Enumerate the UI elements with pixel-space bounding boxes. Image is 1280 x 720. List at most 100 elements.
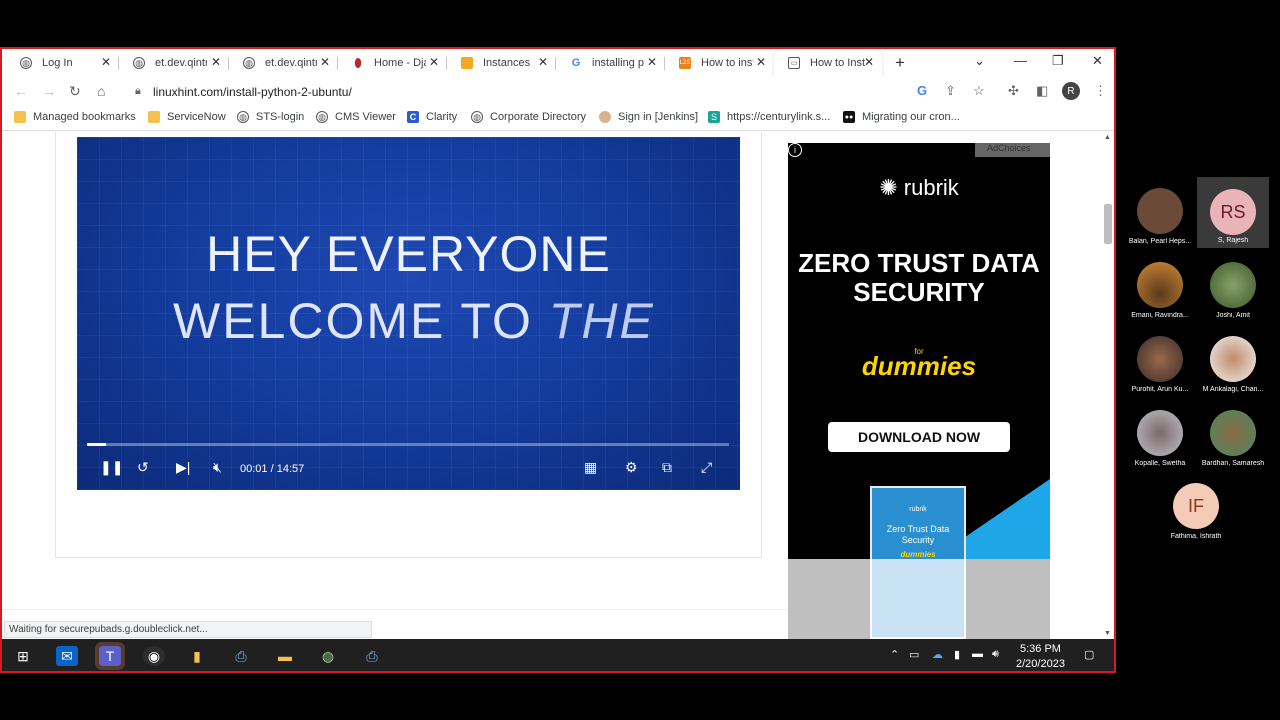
microphone-icon[interactable]: ▮: [954, 648, 960, 661]
taskbar-date[interactable]: 2/20/2023: [1016, 658, 1065, 670]
rewind-10-icon[interactable]: ↺: [137, 459, 149, 476]
tab-installing[interactable]: G installing p ✕: [556, 49, 665, 77]
bookmark-star-icon[interactable]: ☆: [973, 83, 985, 99]
pause-icon[interactable]: ❚❚: [100, 459, 123, 476]
download-now-button[interactable]: DOWNLOAD NOW: [828, 422, 1010, 452]
forward-icon[interactable]: →: [42, 83, 56, 99]
file-explorer-icon[interactable]: ▬: [274, 646, 296, 666]
tab-how-to-install-active[interactable]: ▭ How to Inst ✕: [774, 49, 882, 77]
close-icon[interactable]: ✕: [211, 56, 221, 68]
outlook-icon[interactable]: ✉: [56, 646, 78, 666]
tab-label: Instances |: [483, 57, 533, 69]
bookmark-servicenow[interactable]: ServiceNow: [148, 111, 226, 123]
battery-icon[interactable]: ▬: [972, 648, 983, 660]
close-icon[interactable]: ✕: [647, 56, 657, 68]
close-icon[interactable]: ✕: [538, 56, 548, 68]
tab-home-django[interactable]: ⬮ Home - Dja ✕: [338, 49, 447, 77]
bookmark-migrating-cron[interactable]: ●● Migrating our cron...: [843, 111, 960, 123]
tab-et-dev-2[interactable]: ◍ et.dev.qintr ✕: [229, 49, 338, 77]
address-bar[interactable]: linuxhint.com/install-python-2-ubuntu/: [153, 85, 352, 99]
close-icon[interactable]: ✕: [320, 56, 330, 68]
participant-tile[interactable]: Purohit, Arun Ku...: [1124, 336, 1196, 393]
bookmark-managed[interactable]: Managed bookmarks: [14, 111, 136, 123]
network-app-icon[interactable]: ⎙: [361, 646, 383, 666]
onedrive-icon[interactable]: ☁: [932, 648, 943, 661]
reload-icon[interactable]: ↻: [69, 83, 81, 100]
next-icon[interactable]: ▶︎|: [176, 459, 190, 476]
vpn-globe-icon[interactable]: ◍: [317, 646, 339, 666]
close-icon[interactable]: ✕: [864, 56, 874, 68]
scrollbar-thumb[interactable]: [1104, 204, 1112, 244]
participant-tile[interactable]: Kopalle, Swetha: [1124, 410, 1196, 467]
video-title-line2-italic: THE: [548, 293, 655, 349]
remote-desktop-icon[interactable]: ⎙: [230, 646, 252, 666]
bookmark-corporate-directory[interactable]: ◍ Corporate Directory: [471, 111, 586, 123]
jenkins-icon: [599, 111, 611, 123]
bookmark-sts-login[interactable]: ◍ STS-login: [237, 111, 304, 123]
bookmark-cms-viewer[interactable]: ◍ CMS Viewer: [316, 111, 396, 123]
teams-icon[interactable]: T: [95, 642, 125, 670]
participant-avatar: RS: [1210, 189, 1256, 235]
participant-tile[interactable]: Balan, Pearl Heps...: [1124, 188, 1196, 245]
globe-icon: ◍: [471, 111, 483, 123]
scroll-down-icon[interactable]: ▼: [1104, 630, 1111, 637]
tray-display-icon[interactable]: ▭: [909, 648, 919, 661]
globe-icon: ◍: [243, 57, 255, 69]
close-icon[interactable]: ✕: [101, 56, 111, 68]
rubrik-ad[interactable]: i AdChoices ✺ rubrik ZERO TRUST DATA SEC…: [788, 143, 1050, 639]
back-icon[interactable]: ←: [14, 83, 28, 99]
tab-log-in[interactable]: ◍ Log In ✕: [6, 49, 119, 77]
participant-tile[interactable]: Joshi, Amit: [1197, 262, 1269, 319]
fullscreen-icon[interactable]: ⤢: [701, 459, 712, 476]
windows-start-icon[interactable]: ⊞: [12, 646, 34, 666]
grid-icon[interactable]: ▦: [584, 459, 597, 476]
taskbar-time[interactable]: 5:36 PM: [1020, 643, 1061, 655]
tab-search-icon[interactable]: ⌄: [974, 53, 985, 69]
bookmark-clarity[interactable]: C Clarity: [407, 111, 457, 123]
tab-instances[interactable]: Instances | ✕: [447, 49, 556, 77]
new-tab-button[interactable]: +: [895, 53, 905, 73]
participant-avatar: [1137, 410, 1183, 456]
participant-tile[interactable]: RS S, Rajesh: [1197, 177, 1269, 248]
close-icon[interactable]: ✕: [429, 56, 439, 68]
close-window-button[interactable]: ✕: [1092, 53, 1103, 69]
participant-tile[interactable]: IF Fathima, Ishrath: [1160, 483, 1232, 540]
tab-how-to-install-1[interactable]: L2S How to inst ✕: [665, 49, 774, 77]
globe-icon: ◍: [20, 57, 32, 69]
sticky-notes-icon[interactable]: ▮: [186, 646, 208, 666]
participant-tile[interactable]: M Ankalagi, Chan...: [1197, 336, 1269, 393]
picture-in-picture-icon[interactable]: ⧉: [662, 459, 672, 476]
tray-chevron-icon[interactable]: ⌃: [890, 648, 899, 661]
adchoices-label[interactable]: AdChoices: [975, 143, 1050, 157]
share-icon[interactable]: ⇪: [945, 83, 956, 99]
bookmark-jenkins[interactable]: Sign in [Jenkins]: [599, 111, 698, 123]
tab-label: installing p: [592, 57, 644, 69]
extensions-icon[interactable]: ✣: [1008, 83, 1019, 99]
participant-tile[interactable]: Bardhan, Samaresh: [1197, 410, 1269, 467]
notifications-icon[interactable]: ▢: [1084, 648, 1094, 661]
lock-icon[interactable]: 🔒︎: [135, 85, 141, 98]
settings-gear-icon[interactable]: ⚙: [625, 459, 638, 476]
page-scrollbar[interactable]: ▲ ▼: [1102, 132, 1114, 639]
video-player[interactable]: HEY EVERYONE WELCOME TO THE ❚❚ ↺ ▶︎| 🔇︎ …: [77, 137, 740, 490]
close-icon[interactable]: ✕: [756, 56, 766, 68]
bookmark-label: Sign in [Jenkins]: [618, 111, 699, 123]
google-lens-icon[interactable]: G: [917, 83, 927, 98]
menu-icon[interactable]: ⋮: [1094, 83, 1107, 99]
profile-avatar[interactable]: R: [1062, 82, 1080, 100]
restore-button[interactable]: ❐: [1052, 53, 1064, 69]
side-panel-icon[interactable]: ◧: [1036, 83, 1048, 99]
volume-icon[interactable]: 🔊︎: [992, 648, 999, 661]
bookmark-centurylink[interactable]: Shttps://centurylink.s...: [708, 111, 830, 123]
ad-headline: ZERO TRUST DATA SECURITY: [798, 248, 1040, 307]
tab-et-dev-1[interactable]: ◍ et.dev.qintr ✕: [119, 49, 229, 77]
video-title-line1: HEY EVERYONE: [206, 226, 611, 282]
home-icon[interactable]: ⌂: [97, 83, 105, 99]
minimize-button[interactable]: —: [1014, 53, 1027, 68]
scroll-up-icon[interactable]: ▲: [1104, 134, 1111, 141]
ad-info-icon[interactable]: i: [788, 143, 802, 157]
chrome-icon[interactable]: ◉: [143, 646, 165, 666]
video-progress-bar[interactable]: [87, 443, 729, 446]
mute-icon[interactable]: 🔇︎: [213, 459, 222, 476]
participant-tile[interactable]: Emani, Ravindra...: [1124, 262, 1196, 319]
